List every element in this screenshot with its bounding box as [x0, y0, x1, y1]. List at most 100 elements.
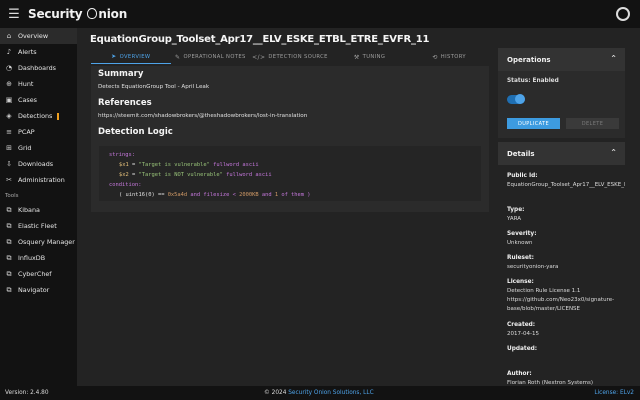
operations-header[interactable]: Operations ⌃ — [498, 48, 625, 71]
tool-link-label: InfluxDB — [18, 254, 46, 262]
tool-link-cyberchef[interactable]: ⧉ CyberChef — [0, 266, 77, 282]
tool-link-label: Kibana — [18, 206, 40, 214]
tab-operational-notes[interactable]: ✎ OPERATIONAL NOTES — [171, 50, 251, 64]
home-icon: ⌂ — [6, 32, 12, 40]
references-heading: References — [98, 98, 152, 108]
author-label: Author: — [507, 371, 532, 377]
company-link[interactable]: Security Onion Solutions, LLC — [288, 390, 373, 396]
tool-link-kibana[interactable]: ⧉ Kibana — [0, 202, 77, 218]
code-condition-keyword: condition: — [109, 182, 142, 188]
license-url-1: https://github.com/Neo23x0/signature- — [507, 297, 615, 303]
code-cond-g: of them ) — [278, 192, 311, 198]
brand-text-1: Security — [28, 7, 83, 21]
license-prefix: License: — [594, 390, 620, 396]
operations-title: Operations — [507, 55, 551, 64]
sidebar: ⌂ Overview ♪ Alerts ◔ Dashboards ⊕ Hunt ▣ Cases ◈ D… — [0, 28, 77, 386]
sidebar-item-label: Overview — [18, 32, 49, 40]
code-var-x1: $x1 — [119, 162, 129, 168]
sidebar-item-administration[interactable]: ✂ Administration — [0, 172, 77, 188]
details-header[interactable]: Details ⌃ — [498, 142, 625, 165]
code-cond-d: 2000KB — [239, 192, 259, 198]
tools-section-label: Tools — [5, 193, 19, 199]
menu-icon[interactable]: ☰ — [0, 0, 28, 28]
user-icon[interactable] — [616, 7, 630, 21]
code-cond-c: and filesize < — [187, 192, 240, 198]
created-value: 2017-04-15 — [507, 331, 539, 337]
footer: Version: 2.4.80 © 2024 Security Onion So… — [0, 386, 640, 400]
sidebar-item-label: Alerts — [18, 48, 37, 56]
external-link-icon: ⧉ — [6, 285, 12, 294]
summary-text: Detects EquationGroup Tool - April Leak — [98, 84, 210, 90]
sidebar-item-hunt[interactable]: ⊕ Hunt — [0, 76, 77, 92]
tab-label: OVERVIEW — [119, 53, 151, 60]
sidebar-item-downloads[interactable]: ⇩ Downloads — [0, 156, 77, 172]
tab-history[interactable]: ⟲ HISTORY — [409, 50, 489, 64]
code-eq: = — [128, 172, 139, 178]
operations-panel: Operations ⌃ Status: Enabled DUPLICATE D… — [498, 48, 625, 138]
sidebar-item-label: Grid — [18, 144, 32, 152]
license-link[interactable]: ELv2 — [620, 390, 634, 396]
briefcase-icon: ▣ — [5, 96, 13, 104]
sidebar-item-pcap[interactable]: ≡ PCAP — [0, 124, 77, 140]
tool-link-influxdb[interactable]: ⧉ InfluxDB — [0, 250, 77, 266]
type-value: YARA — [507, 216, 522, 222]
tab-tuning[interactable]: ⚒ TUNING — [330, 50, 410, 64]
license-url-2: base/blob/master/LICENSE — [507, 306, 581, 312]
sidebar-item-dashboards[interactable]: ◔ Dashboards — [0, 60, 77, 76]
sidebar-item-label: Hunt — [18, 80, 34, 88]
sidebar-item-grid[interactable]: ⊞ Grid — [0, 140, 77, 156]
tool-link-elastic-fleet[interactable]: ⧉ Elastic Fleet — [0, 218, 77, 234]
bell-icon: ♪ — [6, 48, 12, 56]
summary-heading: Summary — [98, 69, 144, 79]
public-id-label: Public Id: — [507, 173, 538, 179]
crosshairs-icon: ⊕ — [6, 80, 12, 88]
code-cond-b: 0x5a4d — [167, 192, 188, 198]
delete-button[interactable]: DELETE — [566, 118, 619, 129]
tab-overview[interactable]: ➤ OVERVIEW — [91, 50, 171, 64]
dashboard-icon: ◔ — [5, 64, 13, 72]
tab-icon: ➤ — [111, 53, 117, 60]
ruleset-value: securityonion-yara — [507, 264, 559, 270]
severity-label: Severity: — [507, 231, 537, 237]
enabled-toggle[interactable] — [507, 94, 525, 104]
chevron-up-icon[interactable]: ⌃ — [610, 148, 617, 157]
toggle-knob — [515, 94, 525, 104]
tool-link-osquery-manager[interactable]: ⧉ Osquery Manager — [0, 234, 77, 250]
detection-logic-code: strings: $x1 = "Target is vulnerable" fu… — [99, 146, 481, 201]
copyright-text: © 2024 Security Onion Solutions, LLC — [264, 390, 374, 396]
brand-text-2: nion — [98, 7, 128, 21]
sidebar-item-alerts[interactable]: ♪ Alerts — [0, 44, 77, 60]
type-label: Type: — [507, 207, 525, 213]
license-text: License: ELv2 — [594, 390, 634, 396]
sidebar-item-overview[interactable]: ⌂ Overview — [0, 28, 77, 44]
code-strings-keyword: strings: — [109, 152, 135, 158]
external-link-icon: ⧉ — [6, 221, 12, 230]
tab-icon: ✎ — [175, 53, 181, 61]
external-link-icon: ⧉ — [6, 253, 12, 262]
code-mod-x1: fullword ascii — [209, 162, 259, 168]
license-label: License: — [507, 279, 534, 285]
license-name: Detection Rule License 1.1 — [507, 288, 581, 294]
brand-logo[interactable]: Security nion — [28, 7, 127, 21]
tab-label: HISTORY — [440, 54, 466, 60]
sidebar-item-detections[interactable]: ◈ Detections — [0, 108, 77, 124]
sidebar-item-label: Cases — [18, 96, 37, 104]
tool-link-label: CyberChef — [18, 270, 52, 278]
reference-link[interactable]: https://steemit.com/shadowbrokers/@thesh… — [98, 113, 307, 119]
tools-icon: ✂ — [6, 176, 12, 184]
ruleset-label: Ruleset: — [507, 255, 534, 261]
sidebar-item-cases[interactable]: ▣ Cases — [0, 92, 77, 108]
duplicate-button[interactable]: DUPLICATE — [507, 118, 560, 129]
external-link-icon: ⧉ — [6, 205, 12, 214]
tool-link-navigator[interactable]: ⧉ Navigator — [0, 282, 77, 298]
tab-icon: </> — [252, 53, 266, 61]
external-link-icon: ⧉ — [6, 269, 12, 278]
code-mod-x2: fullword ascii — [222, 172, 272, 178]
tab-detection-source[interactable]: </> DETECTION SOURCE — [250, 50, 330, 64]
sidebar-item-label: Detections — [18, 112, 53, 120]
sidebar-item-label: PCAP — [18, 128, 35, 136]
chevron-up-icon[interactable]: ⌃ — [610, 54, 617, 63]
download-icon: ⇩ — [6, 160, 12, 168]
tab-label: DETECTION SOURCE — [268, 54, 328, 60]
sidebar-item-label: Dashboards — [18, 64, 57, 72]
